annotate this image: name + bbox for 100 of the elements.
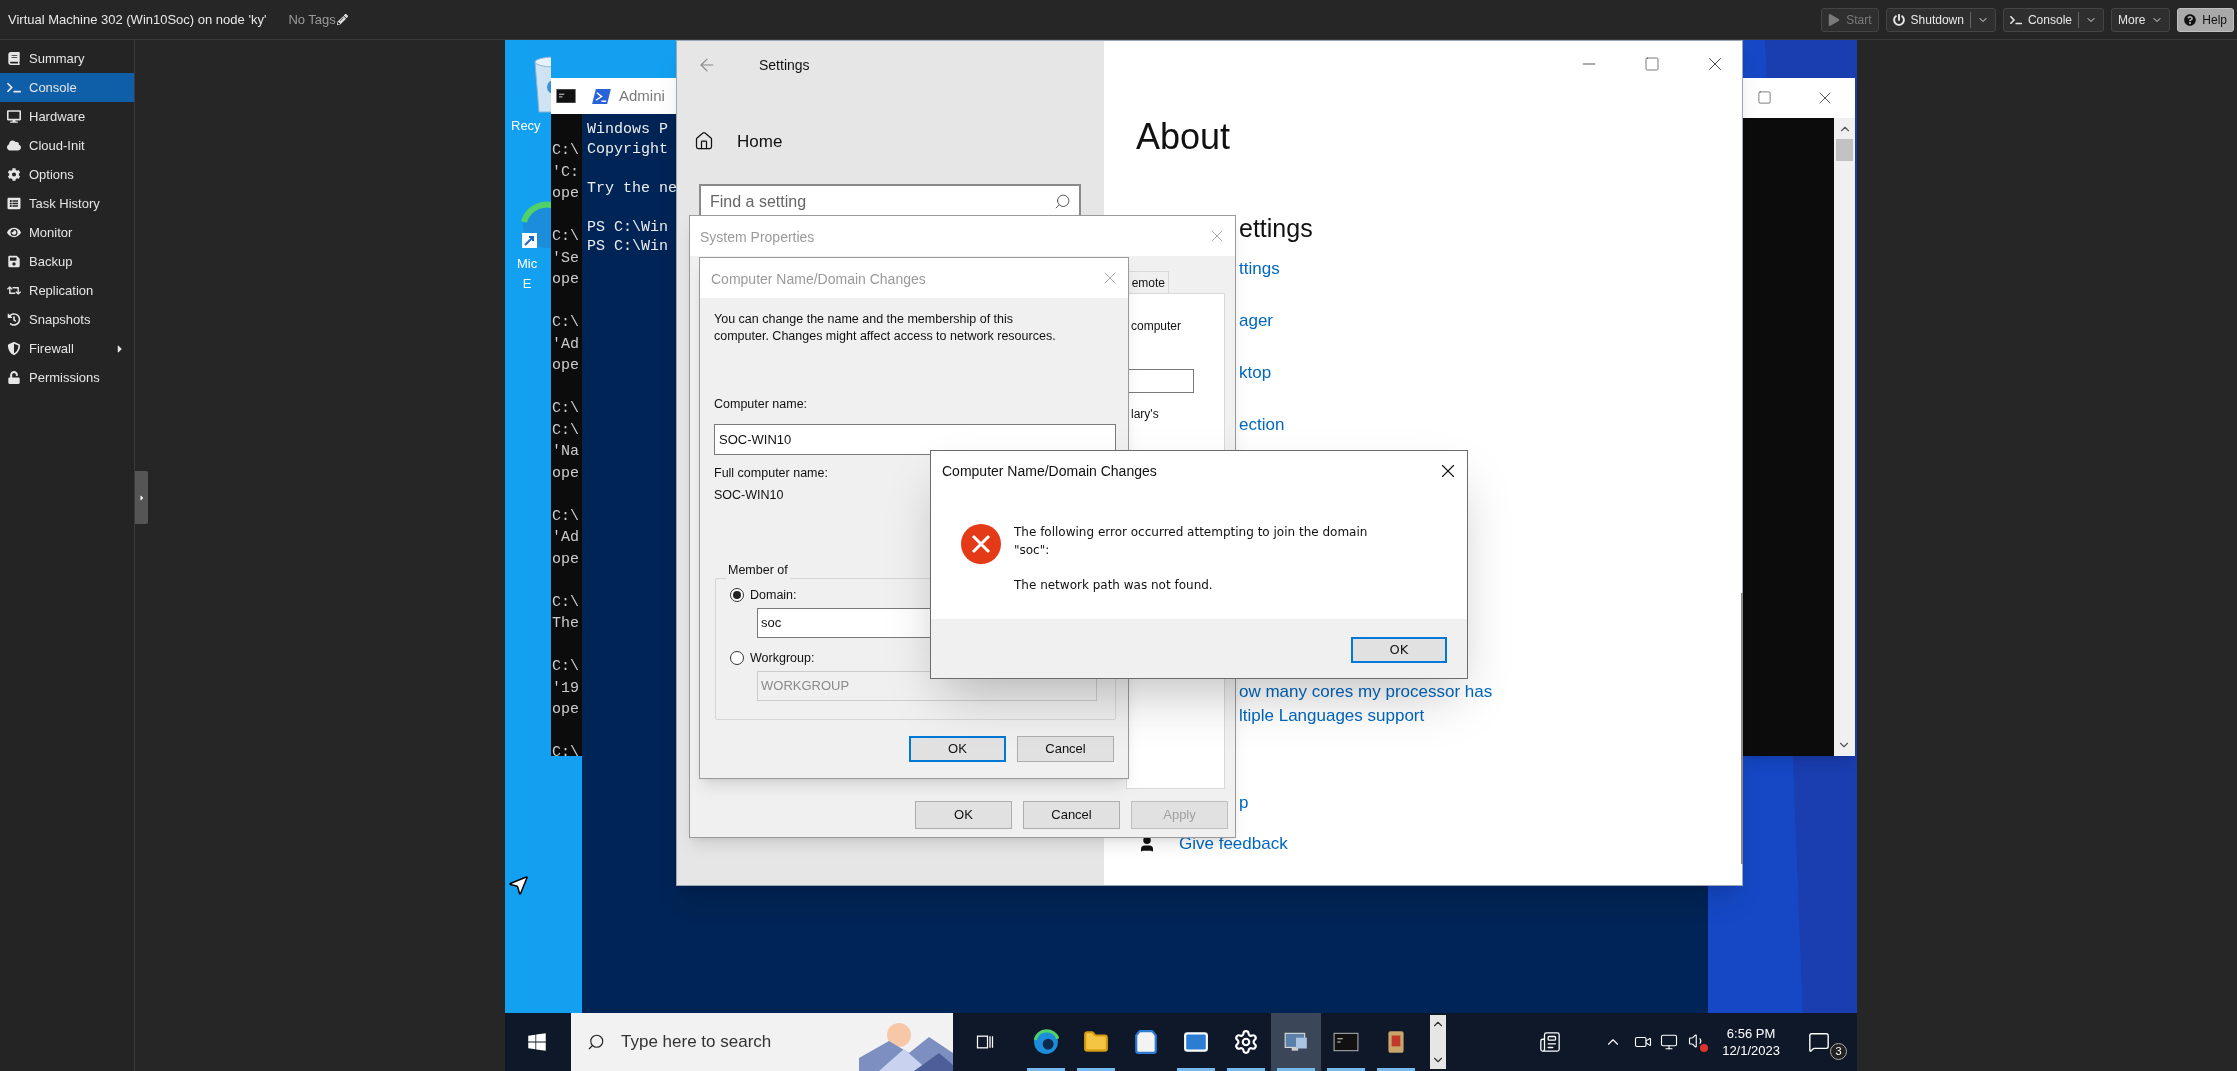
console-line: PS C:\Win — [587, 237, 668, 257]
settings-link[interactable]: ager — [1239, 310, 1274, 332]
book-icon — [7, 52, 21, 65]
search-icon — [587, 1033, 605, 1051]
sidebar-item[interactable]: Task History — [0, 189, 134, 218]
console-line: C:\ — [552, 657, 579, 677]
sidebar-item[interactable]: Console — [0, 73, 134, 102]
sidebar-item[interactable]: Backup — [0, 247, 134, 276]
settings-link[interactable]: ltiple Languages support — [1239, 705, 1425, 727]
text-field[interactable] — [1127, 369, 1194, 393]
section-heading: ettings — [1239, 213, 1313, 243]
radio-label: Workgroup: — [750, 650, 815, 667]
notification-icon[interactable] — [1808, 1031, 1830, 1053]
console-line: PS C:\Win — [587, 217, 668, 237]
browser-icon — [1033, 1029, 1059, 1055]
sidebar-item[interactable]: Cloud-Init — [0, 131, 134, 160]
scrollbar-thumb[interactable] — [1836, 139, 1853, 161]
home-icon[interactable] — [694, 131, 714, 151]
terminal-icon — [556, 89, 576, 103]
radio-label: Domain: — [750, 587, 797, 604]
console-line: 'Ad — [552, 528, 579, 548]
sidebar-item[interactable]: Replication — [0, 276, 134, 305]
clock-date[interactable]: 12/1/2023 — [1722, 1042, 1780, 1059]
console-line: C:\ — [552, 141, 579, 161]
console-line: C:\ — [552, 399, 579, 419]
maximize-icon[interactable] — [1757, 90, 1772, 105]
description-text: You can change the name and the membership of this — [714, 311, 1014, 328]
taskbar-search-box[interactable]: Type here to search — [571, 1013, 953, 1071]
error-message: "soc": — [1014, 542, 1050, 559]
history-icon — [7, 313, 21, 326]
shutdown-button[interactable]: Shutdown — [1885, 7, 1996, 32]
sidebar-item[interactable]: Permissions — [0, 363, 134, 392]
sidebar-item[interactable]: Firewall — [0, 334, 134, 363]
collapse-handle[interactable] — [135, 471, 148, 524]
console-line: 'Se — [552, 248, 579, 269]
taskbar-search-input[interactable]: Type here to search — [621, 1029, 841, 1055]
maximize-icon[interactable] — [1644, 56, 1660, 72]
network-icon[interactable] — [1660, 1033, 1679, 1051]
sidebar-item[interactable]: Summary — [0, 44, 134, 73]
taskbar-scroller[interactable] — [1430, 1015, 1446, 1069]
console-line: ope — [552, 356, 579, 376]
console-line: 'Ad — [552, 334, 579, 355]
dialog-title: System Properties — [700, 228, 815, 247]
repeat-icon — [7, 284, 21, 297]
clock-time[interactable]: 6:56 PM — [1726, 1025, 1776, 1042]
more-button[interactable]: More — [2110, 7, 2171, 32]
dialog-title: Computer Name/Domain Changes — [942, 462, 1157, 481]
monitor-icon — [7, 110, 21, 123]
floppy-icon — [7, 255, 21, 268]
console-line: C:\ — [552, 227, 579, 247]
eye-icon — [7, 226, 21, 239]
powershell-icon — [592, 88, 611, 104]
console-line: ope — [552, 270, 579, 290]
sidebar-item[interactable]: Options — [0, 160, 134, 189]
terminal-icon — [7, 81, 21, 94]
help-button[interactable]: Help — [2177, 7, 2234, 32]
console-line: C:\ — [552, 506, 579, 527]
windows-icon — [527, 1032, 547, 1052]
nav-item[interactable]: Home — [737, 129, 783, 155]
dialog-button[interactable]: Cancel — [1023, 801, 1120, 829]
volume-icon[interactable] — [1688, 1032, 1709, 1052]
desktop-icon-label: Recy — [511, 117, 541, 135]
tags-label: No Tags — [288, 10, 336, 29]
console-line: ope — [552, 463, 579, 484]
sidebar-item[interactable]: Hardware — [0, 102, 134, 131]
console-line: ope — [552, 184, 579, 204]
field-label: Full computer name: — [714, 465, 828, 482]
console-line: C:\ — [552, 592, 579, 613]
gear-icon — [1233, 1029, 1259, 1055]
mail-icon — [1183, 1029, 1209, 1055]
console-line: 'C: — [552, 162, 579, 183]
computer-name-field[interactable]: SOC-WIN10 — [714, 424, 1116, 455]
field-label: Computer name: — [714, 396, 808, 413]
settings-link[interactable]: ktop — [1239, 362, 1272, 384]
dialog-button[interactable]: OK — [1351, 637, 1447, 663]
settings-link[interactable]: ttings — [1239, 258, 1280, 280]
console-button[interactable]: Console — [2002, 7, 2104, 32]
sidebar-item[interactable]: Snapshots — [0, 305, 134, 334]
settings-link[interactable]: p — [1239, 792, 1249, 814]
tab[interactable]: emote — [1126, 271, 1169, 293]
console-line: ope — [552, 549, 579, 570]
window-title: Admini — [619, 85, 665, 106]
news-icon[interactable] — [1538, 1031, 1563, 1053]
dialog-button[interactable]: OK — [915, 801, 1012, 829]
settings-link[interactable]: ow many cores my processor has — [1239, 681, 1493, 703]
dialog-title: Computer Name/Domain Changes — [711, 270, 926, 289]
console-line: Copyright — [587, 139, 668, 159]
notification-badge: 3 — [1830, 1042, 1847, 1060]
radio-button[interactable] — [730, 588, 744, 602]
unlock-icon — [7, 371, 21, 384]
dialog-button[interactable]: Cancel — [1017, 736, 1114, 762]
settings-link[interactable]: ection — [1239, 414, 1285, 436]
console-line: C:\ — [552, 313, 579, 333]
shield-icon — [7, 342, 21, 355]
panel-text: computer — [1131, 318, 1182, 335]
cloud-icon — [7, 139, 21, 152]
error-icon — [961, 524, 1001, 564]
pencil-icon[interactable] — [336, 14, 348, 25]
dialog-button[interactable]: OK — [909, 736, 1006, 762]
sidebar-item[interactable]: Monitor — [0, 218, 134, 247]
